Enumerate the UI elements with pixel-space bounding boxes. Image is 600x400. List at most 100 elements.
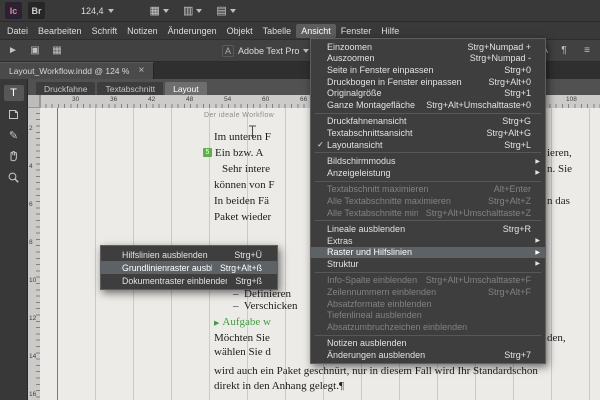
- panel-menu-icon[interactable]: ≡: [580, 43, 594, 58]
- menu-item-hilfslinien-ausblenden[interactable]: Hilfslinien ausblenden Strg+Ü: [101, 248, 277, 261]
- screen-mode-icon: ▥: [182, 5, 194, 17]
- view-tab-druckfahne[interactable]: Druckfahne: [36, 82, 96, 95]
- menubar-item-notizen[interactable]: Notizen: [122, 24, 163, 38]
- menu-item-label: Absatzumbruchzeichen einblenden: [327, 321, 468, 332]
- note-anchor-badge[interactable]: 5: [203, 148, 212, 157]
- arrange-documents-button[interactable]: ▤: [216, 4, 236, 17]
- menu-item-shortcut: Strg+Ü: [234, 249, 262, 260]
- menu-item-label: Dokumentraster einblenden: [122, 275, 228, 286]
- pointer-icon[interactable]: ►: [6, 43, 20, 58]
- menu-item-absatzumbruchzeichen-einblenden[interactable]: Absatzumbruchzeichen einblenden: [311, 321, 545, 333]
- menu-item-shortcut: Strg+7: [504, 350, 531, 361]
- view-tab-textabschnitt[interactable]: Textabschnitt: [97, 82, 164, 95]
- menubar-item-nderungen[interactable]: Änderungen: [163, 24, 222, 38]
- menu-item-dokumentraster-einblenden[interactable]: Dokumentraster einblenden Strg+ß: [101, 274, 277, 287]
- menu-item-anzeigeleistung[interactable]: Anzeigeleistung ▶: [311, 167, 545, 179]
- menu-item-seite-in-fenster-einpassen[interactable]: Seite in Fenster einpassen Strg+0: [311, 64, 545, 76]
- menu-item-shortcut: Strg+Alt+G: [486, 127, 531, 138]
- submenu-arrow-icon: ▶: [535, 238, 540, 245]
- menu-item-label: Einzoomen: [327, 41, 373, 52]
- document-tab[interactable]: Layout_Workflow.indd @ 124 % ×: [0, 62, 155, 79]
- document-text-fragment: den,: [547, 332, 566, 344]
- menu-item-label: Lineale ausblenden: [327, 224, 406, 235]
- zoom-level-value: 124,4: [81, 5, 104, 16]
- font-family-value: Adobe Text Pro: [238, 45, 300, 56]
- grid-column-guide: [95, 108, 96, 400]
- paragraph-icon[interactable]: ¶: [557, 43, 571, 58]
- grid-column-guide: [285, 108, 286, 400]
- menu-item-bildschirmmodus[interactable]: Bildschirmmodus ▶: [311, 155, 545, 167]
- menu-item-textabschnittsansicht[interactable]: Textabschnittsansicht Strg+Alt+G: [311, 127, 545, 139]
- close-icon[interactable]: ×: [138, 66, 144, 76]
- menu-item-druckbogen-in-fenster-einpassen[interactable]: Druckbogen in Fenster einpassen Strg+Alt+…: [311, 76, 545, 88]
- menu-item-label: Grundlinienraster ausblenden: [122, 262, 212, 273]
- ruler-label: 54: [224, 96, 232, 103]
- ruler-label: 4: [29, 163, 33, 170]
- ruler-label: 6: [29, 201, 33, 208]
- menu-item-tiefenlineal-ausblenden[interactable]: Tiefenlineal ausblenden: [311, 309, 545, 321]
- hand-tool[interactable]: [4, 148, 24, 164]
- menu-item-label: Layoutansicht: [327, 139, 383, 150]
- menu-item-shortcut: Strg+Alt+Umschalttaste+F: [425, 275, 531, 286]
- document-text-fragment: n. Sie: [547, 163, 573, 175]
- menu-item-absatzformate-einblenden[interactable]: Absatzformate einblenden: [311, 298, 545, 310]
- menu-separator: [315, 112, 541, 114]
- menu-item-shortcut: Strg+Numpad +: [467, 41, 531, 52]
- ruler-label: 2: [29, 125, 33, 132]
- menubar-item-ansicht[interactable]: Ansicht: [296, 23, 336, 38]
- menu-item-shortcut: Alt+Enter: [493, 184, 531, 195]
- menu-item-zeilennummern-einblenden[interactable]: Zeilennummern einblenden Strg+Alt+F: [311, 286, 545, 298]
- menubar-item-fenster[interactable]: Fenster: [336, 24, 377, 38]
- menu-item-shortcut: Strg+Alt+ß: [219, 262, 262, 273]
- menu-item-struktur[interactable]: Struktur ▶: [311, 258, 545, 270]
- menu-item-raster-und-hilfslinien[interactable]: Raster und Hilfslinien ▶: [311, 246, 545, 259]
- menu-item-alle-textabschnitte-minimieren[interactable]: Alle Textabschnitte minimieren Strg+Alt+U…: [311, 207, 545, 219]
- menu-item-textabschnitt-maximieren[interactable]: Textabschnitt maximieren Alt+Enter: [311, 184, 545, 196]
- type-tool[interactable]: T: [3, 85, 24, 101]
- zoom-level-control[interactable]: 124,4: [77, 4, 118, 18]
- menu-item-einzoomen[interactable]: Einzoomen Strg+Numpad +: [311, 41, 545, 53]
- menu-item-extras[interactable]: Extras ▶: [311, 235, 545, 247]
- menubar-item-hilfe[interactable]: Hilfe: [376, 24, 404, 38]
- font-family-field[interactable]: A Adobe Text Pro: [222, 44, 310, 57]
- menu-item-lineale-ausblenden[interactable]: Lineale ausblenden Strg+R: [311, 223, 545, 235]
- document-text-line: Möchten Sie: [214, 332, 270, 344]
- menubar-item-bearbeiten[interactable]: Bearbeiten: [33, 24, 87, 38]
- menu-item-grundlinienraster-ausblenden[interactable]: Grundlinienraster ausblenden Strg+Alt+ß: [101, 261, 277, 274]
- bridge-icon[interactable]: Br: [28, 2, 45, 19]
- document-text-line: In beiden Fä: [214, 195, 269, 207]
- menu-item-label: Anzeigeleistung: [327, 167, 391, 178]
- menu-item-info-spalte-einblenden[interactable]: Info-Spalte einblenden Strg+Alt+Umschaltt…: [311, 275, 545, 287]
- zoom-tool[interactable]: [4, 169, 24, 185]
- menubar-item-tabelle[interactable]: Tabelle: [258, 24, 297, 38]
- menu-item-originalgr-e[interactable]: Originalgröße Strg+1: [311, 87, 545, 99]
- screen-mode-button[interactable]: ▥: [182, 4, 203, 17]
- document-text-line: Paket wieder: [214, 211, 272, 223]
- menu-item-label: Alle Textabschnitte minimieren: [327, 207, 418, 218]
- view-tab-layout[interactable]: Layout: [165, 82, 207, 95]
- menubar-item-datei[interactable]: Datei: [2, 24, 33, 38]
- menubar-item-schrift[interactable]: Schrift: [87, 24, 123, 38]
- menu-item-auszoomen[interactable]: Auszoomen Strg+Numpad -: [311, 53, 545, 65]
- menu-item-layoutansicht[interactable]: ✓ Layoutansicht Strg+L: [311, 139, 545, 151]
- eyedropper-tool[interactable]: ✎: [4, 127, 24, 143]
- menu-item-ganze-montagefl-che[interactable]: Ganze Montagefläche Strg+Alt+Umschalttast…: [311, 99, 545, 111]
- text-cursor-icon: [248, 124, 257, 142]
- frame-icon[interactable]: ▦: [50, 43, 64, 58]
- menu-item-label: Hilfslinien ausblenden: [122, 249, 208, 260]
- chevron-down-icon: [196, 8, 203, 13]
- notes-tool[interactable]: [4, 106, 24, 122]
- menu-item-nderungen-ausblenden[interactable]: Änderungen ausblenden Strg+7: [311, 349, 545, 361]
- menubar-item-objekt[interactable]: Objekt: [222, 24, 258, 38]
- menu-item-druckfahnenansicht[interactable]: Druckfahnenansicht Strg+G: [311, 116, 545, 128]
- menu-item-alle-textabschnitte-maximieren[interactable]: Alle Textabschnitte maximieren Strg+Alt+Z: [311, 195, 545, 207]
- frame-grid-icon[interactable]: ▣: [28, 43, 42, 58]
- titlebar: Ic Br 124,4 ▦ ▥ ▤: [0, 0, 600, 22]
- view-options-button[interactable]: ▦: [150, 4, 169, 17]
- menu-item-shortcut: Strg+R: [502, 224, 531, 235]
- menu-item-label: Druckfahnenansicht: [327, 116, 407, 127]
- menu-item-shortcut: Strg+Alt+F: [487, 287, 531, 298]
- menu-item-notizen-ausblenden[interactable]: Notizen ausblenden: [311, 338, 545, 350]
- menu-item-label: Auszoomen: [327, 53, 375, 64]
- arrange-documents-icon: ▤: [216, 5, 227, 17]
